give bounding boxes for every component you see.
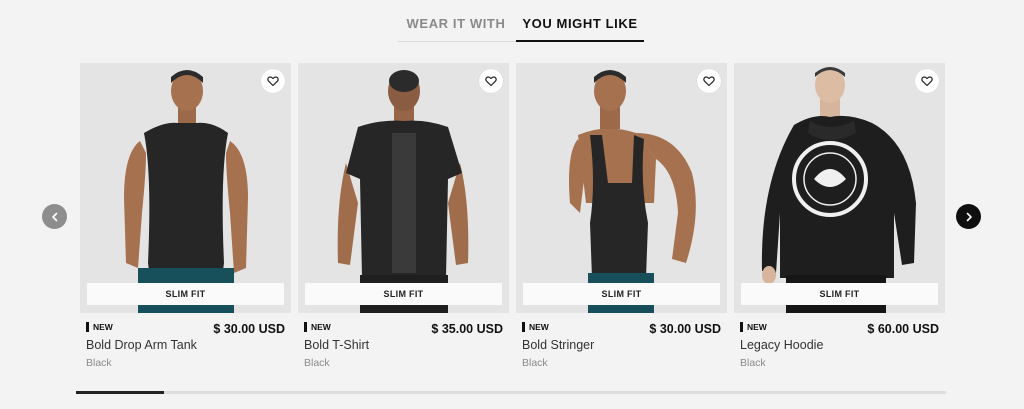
- new-badge: NEW: [740, 322, 767, 332]
- tab-you-might-like-label: YOU MIGHT LIKE: [522, 16, 638, 31]
- product-name[interactable]: Legacy Hoodie: [740, 338, 823, 352]
- tab-wear-it-with[interactable]: WEAR IT WITH: [398, 16, 514, 42]
- wishlist-button[interactable]: [261, 69, 285, 93]
- heart-icon: [703, 76, 715, 87]
- model-photo: [516, 63, 727, 313]
- product-price: $ 30.00 USD: [649, 322, 721, 336]
- recommendation-tabs: WEAR IT WITH YOU MIGHT LIKE: [398, 10, 644, 42]
- new-badge: NEW: [522, 322, 549, 332]
- wishlist-button[interactable]: [479, 69, 503, 93]
- product-image[interactable]: SLIM FIT: [734, 63, 945, 313]
- wishlist-button[interactable]: [697, 69, 721, 93]
- model-photo: [734, 63, 945, 313]
- carousel-prev-button[interactable]: [42, 204, 67, 229]
- product-image[interactable]: SLIM FIT: [298, 63, 509, 313]
- fit-label: SLIM FIT: [741, 283, 938, 305]
- carousel-scrollbar[interactable]: [76, 391, 946, 394]
- product-color: Black: [304, 357, 330, 369]
- carousel-scrollbar-thumb[interactable]: [76, 391, 164, 394]
- heart-icon: [485, 76, 497, 87]
- new-badge: NEW: [86, 322, 113, 332]
- product-card[interactable]: SLIM FIT NEW $ 35.00 USD Bold T-Shirt Bl…: [298, 63, 509, 378]
- chevron-left-icon: [51, 212, 57, 221]
- product-color: Black: [522, 357, 548, 369]
- tab-you-might-like[interactable]: YOU MIGHT LIKE: [516, 16, 644, 42]
- wishlist-button[interactable]: [915, 69, 939, 93]
- product-price: $ 35.00 USD: [431, 322, 503, 336]
- product-color: Black: [740, 357, 766, 369]
- new-badge: NEW: [304, 322, 331, 332]
- product-price: $ 60.00 USD: [867, 322, 939, 336]
- product-card[interactable]: SLIM FIT NEW $ 30.00 USD Bold Drop Arm T…: [80, 63, 291, 378]
- product-color: Black: [86, 357, 112, 369]
- fit-label: SLIM FIT: [305, 283, 502, 305]
- product-card[interactable]: SLIM FIT NEW $ 60.00 USD Legacy Hoodie B…: [734, 63, 945, 378]
- product-name[interactable]: Bold Stringer: [522, 338, 594, 352]
- product-image[interactable]: SLIM FIT: [80, 63, 291, 313]
- product-name[interactable]: Bold Drop Arm Tank: [86, 338, 197, 352]
- product-card[interactable]: SLIM FIT NEW $ 30.00 USD Bold Stringer B…: [516, 63, 727, 378]
- product-price: $ 30.00 USD: [213, 322, 285, 336]
- fit-label: SLIM FIT: [523, 283, 720, 305]
- active-tab-underline: [516, 40, 644, 42]
- product-name[interactable]: Bold T-Shirt: [304, 338, 369, 352]
- chevron-right-icon: [966, 212, 972, 221]
- model-photo: [298, 63, 509, 313]
- heart-icon: [921, 76, 933, 87]
- carousel-next-button[interactable]: [956, 204, 981, 229]
- fit-label: SLIM FIT: [87, 283, 284, 305]
- heart-icon: [267, 76, 279, 87]
- model-photo: [80, 63, 291, 313]
- product-image[interactable]: SLIM FIT: [516, 63, 727, 313]
